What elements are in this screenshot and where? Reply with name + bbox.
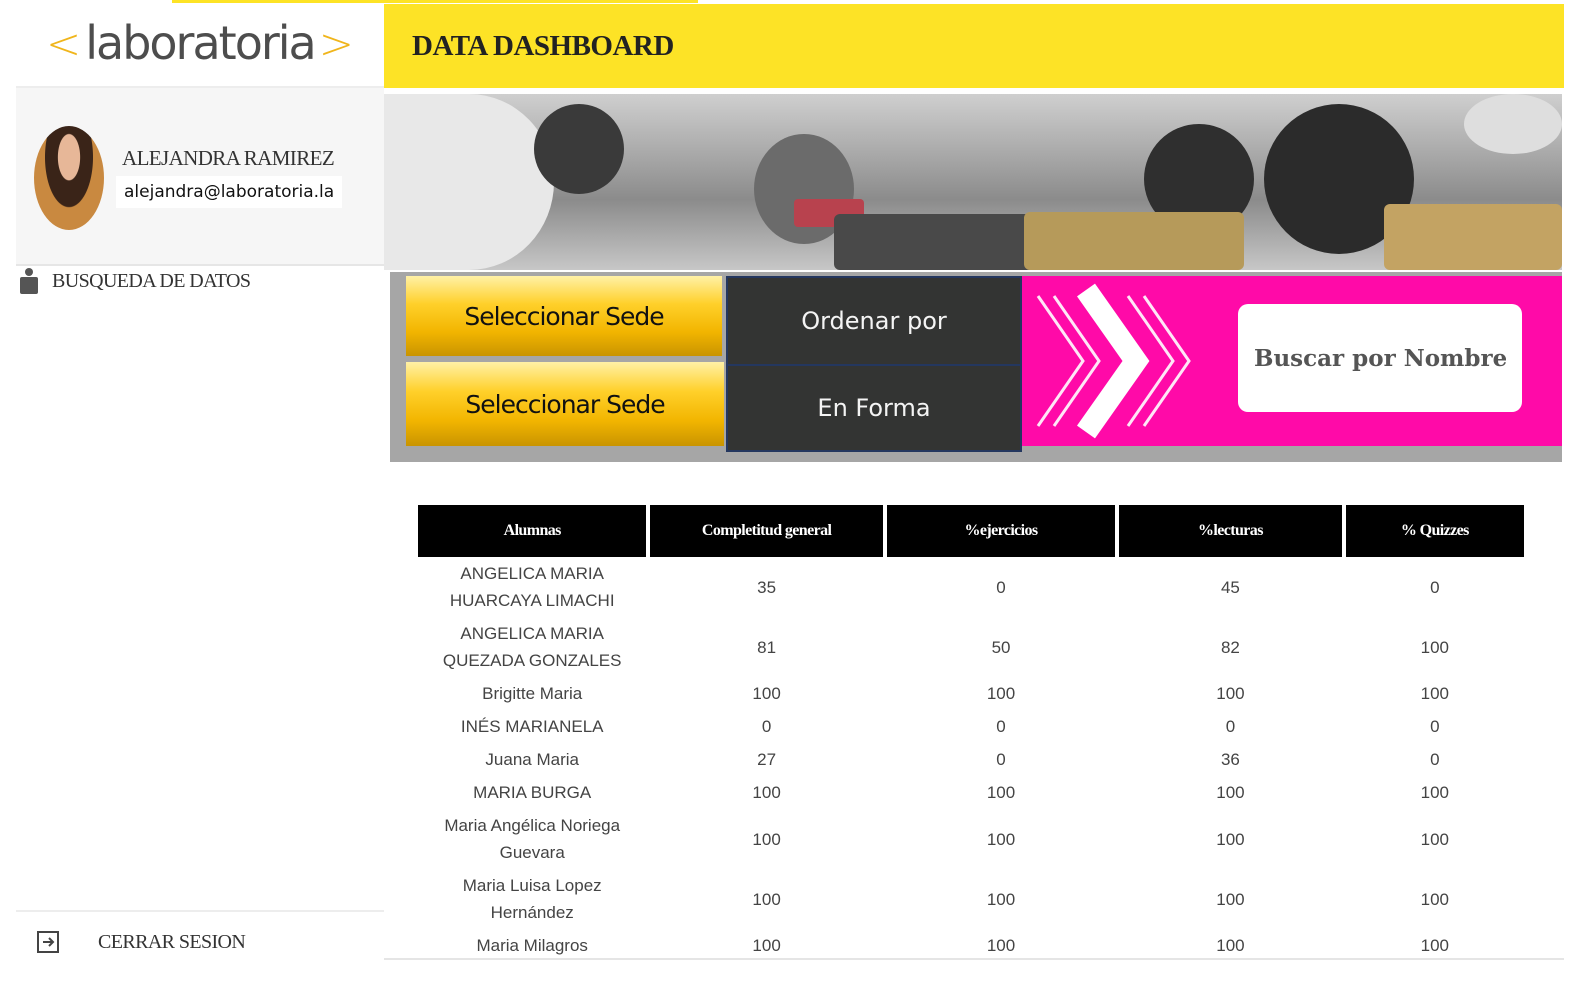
student-name: Maria Angélica Noriega Guevara xyxy=(444,816,621,862)
student-name: ANGELICA MARIA QUEZADA GONZALES xyxy=(442,624,622,670)
order-by-select[interactable]: En Forma xyxy=(726,364,1022,452)
chevrons-icon xyxy=(1036,283,1191,439)
cell-lecturas: 82 xyxy=(1220,637,1240,657)
table-row[interactable]: ANGELICA MARIA HUARCAYA LIMACHI 35 0 45 … xyxy=(418,557,1524,617)
cell-quizzes: 100 xyxy=(1420,637,1449,657)
table-row[interactable]: Maria Luisa Lopez Hernández 100 100 100 … xyxy=(418,869,1524,929)
cell-ejercicios: 0 xyxy=(996,750,1006,769)
logout-label: CERRAR SESION xyxy=(98,930,246,953)
sidebar-item-busqueda[interactable]: BUSQUEDA DE DATOS xyxy=(18,268,251,294)
sidebar-item-label: BUSQUEDA DE DATOS xyxy=(52,269,251,292)
cell-completitud: 100 xyxy=(752,889,781,909)
user-name: ALEJANDRA RAMIREZ xyxy=(122,146,335,170)
logo-right-bracket: > xyxy=(318,18,354,68)
avatar xyxy=(34,126,104,230)
reader-icon xyxy=(18,268,40,294)
column-header[interactable]: %lecturas xyxy=(1119,505,1342,557)
column-header[interactable]: % Quizzes xyxy=(1345,505,1524,557)
column-header[interactable]: Alumnas xyxy=(418,505,647,557)
table-row[interactable]: Maria Angélica Noriega Guevara 100 100 1… xyxy=(418,809,1524,869)
cell-quizzes: 0 xyxy=(1430,717,1440,736)
cell-ejercicios: 100 xyxy=(986,684,1016,703)
select-sede-button-2[interactable]: Seleccionar Sede xyxy=(406,362,724,446)
cell-ejercicios: 100 xyxy=(986,829,1016,849)
student-name: Juana Maria xyxy=(485,750,579,769)
cell-quizzes: 0 xyxy=(1430,577,1440,597)
cell-quizzes: 100 xyxy=(1420,684,1449,703)
student-name: ANGELICA MARIA HUARCAYA LIMACHI xyxy=(449,564,615,610)
cell-completitud: 27 xyxy=(757,750,777,769)
table-row[interactable]: Brigitte Maria 100 100 100 100 xyxy=(418,677,1524,710)
page-title: DATA DASHBOARD xyxy=(412,29,674,62)
cell-lecturas: 100 xyxy=(1216,889,1245,909)
user-email: alejandra@laboratoria.la xyxy=(116,176,343,208)
students-table: Alumnas Completitud general %ejercicios … xyxy=(414,505,1528,962)
student-name: Maria Luisa Lopez Hernández xyxy=(462,876,602,922)
table-header-row: Alumnas Completitud general %ejercicios … xyxy=(418,505,1524,557)
cell-ejercicios: 100 xyxy=(986,783,1016,802)
cell-lecturas: 0 xyxy=(1225,717,1236,736)
cell-lecturas: 100 xyxy=(1216,783,1245,802)
table-row[interactable]: Juana Maria 27 0 36 0 xyxy=(418,743,1524,776)
cell-completitud: 100 xyxy=(752,829,781,849)
cell-completitud: 35 xyxy=(757,577,777,597)
order-by-label: Ordenar por xyxy=(726,276,1022,366)
search-area xyxy=(1022,276,1562,446)
cell-completitud: 81 xyxy=(757,637,777,657)
student-name: MARIA BURGA xyxy=(473,783,592,802)
select-sede-button[interactable]: Seleccionar Sede xyxy=(406,276,722,356)
cell-quizzes: 0 xyxy=(1430,750,1440,769)
laboratoria-logo[interactable]: < laboratoria > xyxy=(16,0,384,88)
logo-left-bracket: < xyxy=(46,18,82,68)
bottom-divider xyxy=(384,958,1564,960)
cell-completitud: 0 xyxy=(761,717,772,736)
cell-lecturas: 36 xyxy=(1220,750,1240,769)
cell-ejercicios: 50 xyxy=(991,637,1011,657)
cell-completitud: 100 xyxy=(752,684,781,703)
student-name: Brigitte Maria xyxy=(482,684,583,703)
logout-icon xyxy=(36,929,62,955)
cell-lecturas: 45 xyxy=(1220,577,1240,597)
cell-quizzes: 100 xyxy=(1420,889,1449,909)
cell-ejercicios: 0 xyxy=(996,577,1006,597)
table-row[interactable]: ANGELICA MARIA QUEZADA GONZALES 81 50 82… xyxy=(418,617,1524,677)
user-profile: ALEJANDRA RAMIREZ alejandra@laboratoria.… xyxy=(16,88,384,266)
student-name: INÉS MARIANELA xyxy=(460,717,604,736)
column-header[interactable]: %ejercicios xyxy=(886,505,1116,557)
logo-word: laboratoria xyxy=(85,16,316,70)
column-header[interactable]: Completitud general xyxy=(650,505,883,557)
cell-quizzes: 100 xyxy=(1420,783,1449,802)
top-accent-line xyxy=(172,0,698,3)
cell-ejercicios: 100 xyxy=(986,889,1016,909)
page-header: DATA DASHBOARD xyxy=(384,4,1564,88)
cell-lecturas: 100 xyxy=(1216,829,1245,849)
cell-quizzes: 100 xyxy=(1420,829,1449,849)
cell-completitud: 100 xyxy=(752,783,781,802)
hero-photo xyxy=(384,94,1562,270)
table-row[interactable]: INÉS MARIANELA 0 0 0 0 xyxy=(418,710,1524,743)
search-input[interactable] xyxy=(1238,304,1522,412)
cell-lecturas: 100 xyxy=(1216,684,1245,703)
logout-button[interactable]: CERRAR SESION xyxy=(16,910,384,972)
table-row[interactable]: MARIA BURGA 100 100 100 100 xyxy=(418,776,1524,809)
cell-ejercicios: 0 xyxy=(996,717,1006,736)
sidebar: < laboratoria > ALEJANDRA RAMIREZ alejan… xyxy=(0,0,386,984)
